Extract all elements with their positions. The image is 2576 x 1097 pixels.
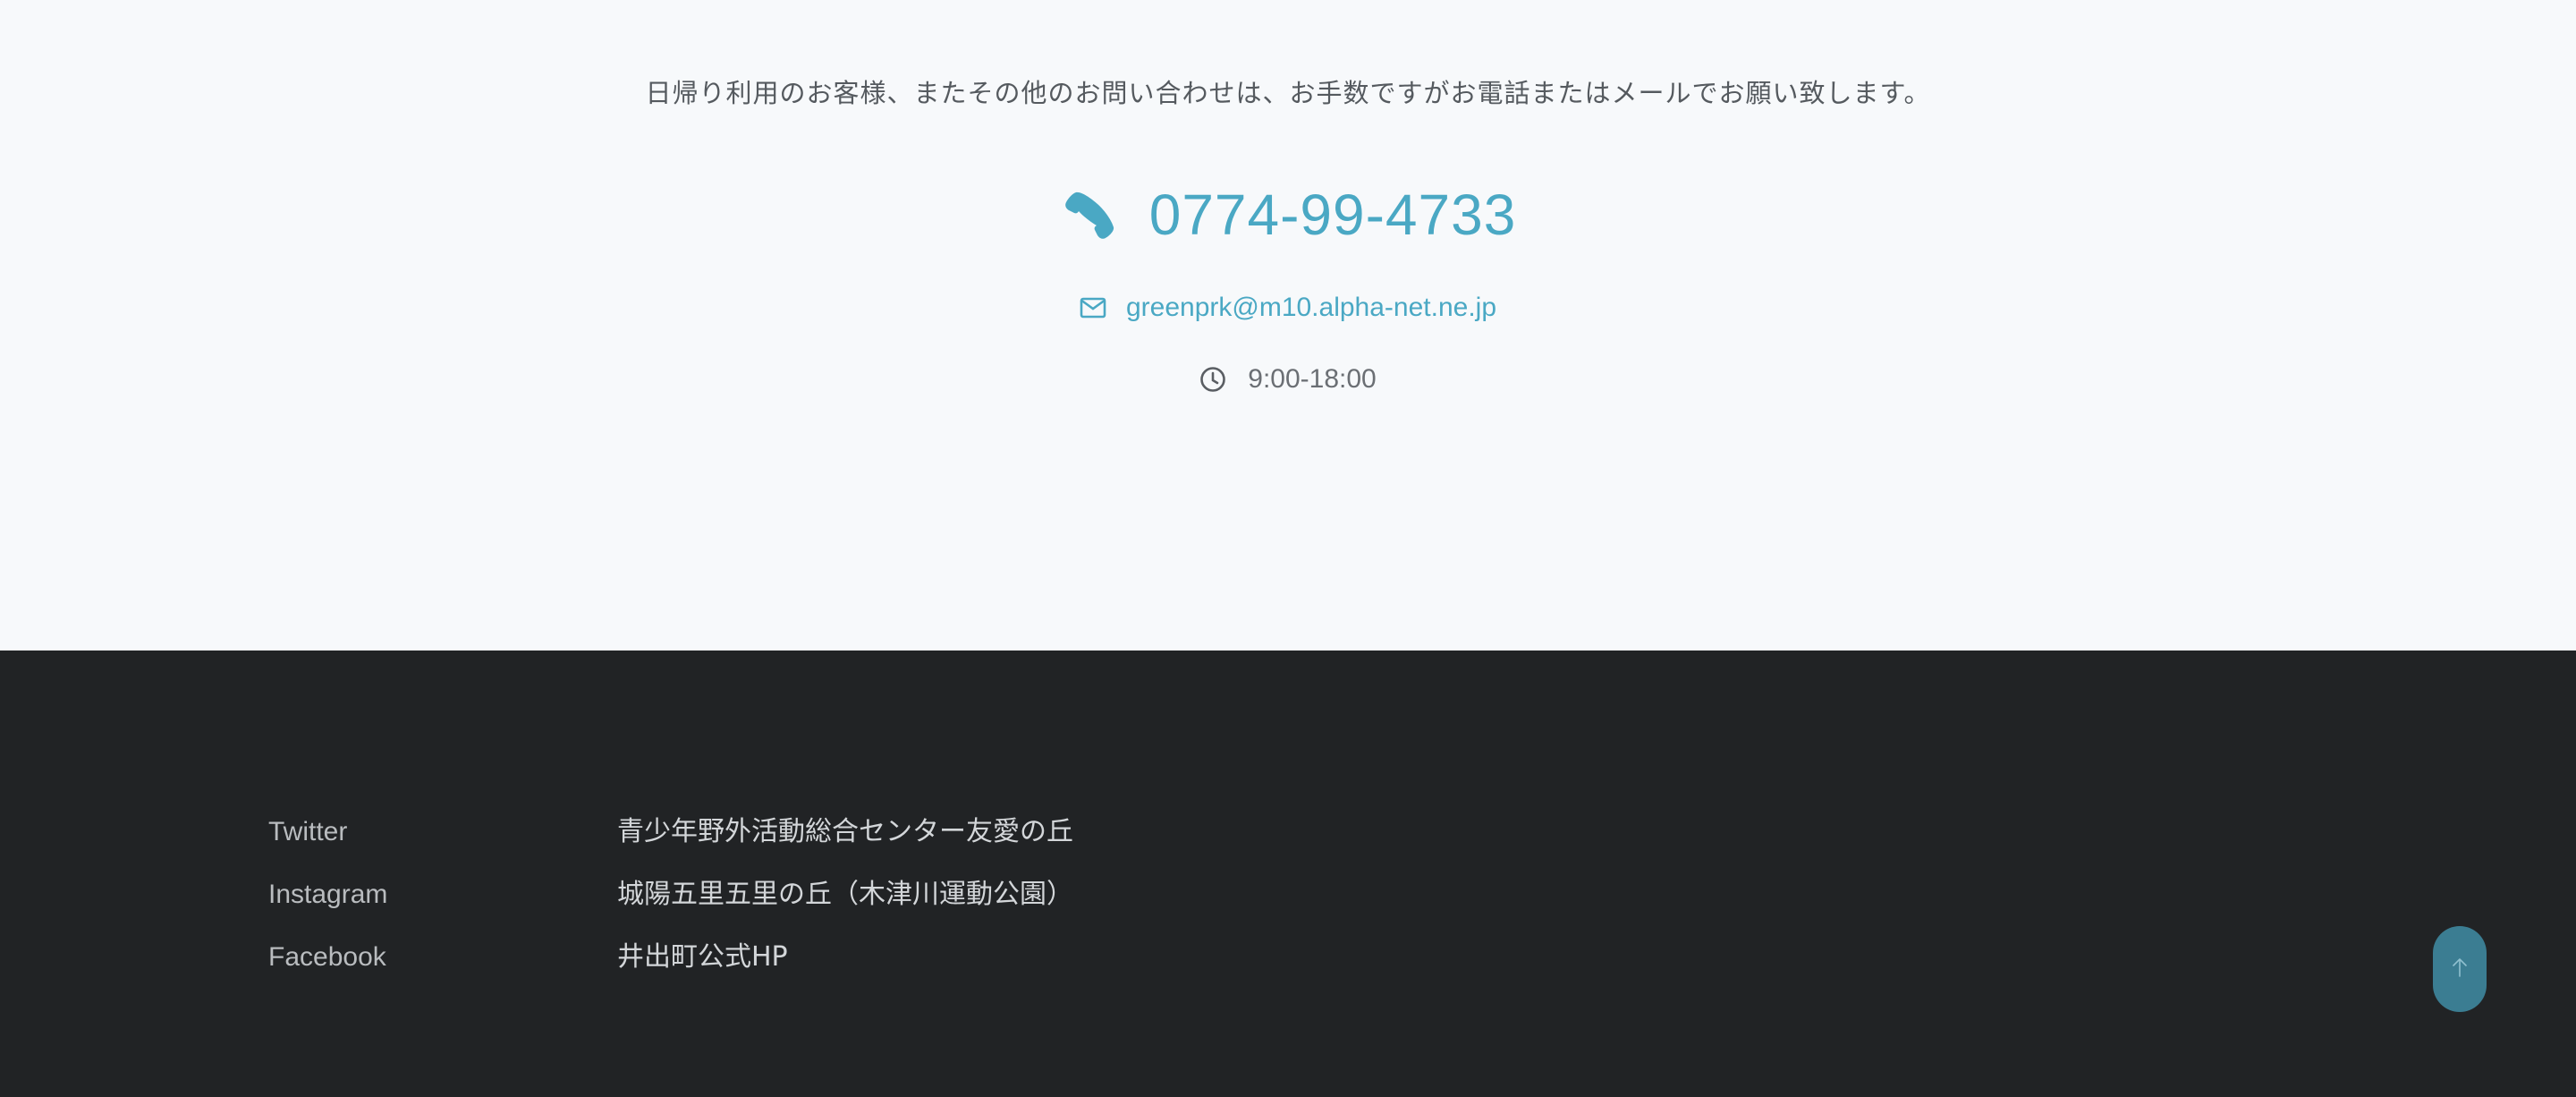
back-to-top-button[interactable] bbox=[2433, 926, 2487, 1012]
phone-row: 0774-99-4733 bbox=[0, 179, 2576, 251]
related-link-gorigori-no-oka[interactable]: 城陽五里五里の丘（木津川運動公園） bbox=[617, 863, 1073, 926]
envelope-icon bbox=[1080, 296, 1106, 319]
related-links: 青少年野外活動総合センター友愛の丘 城陽五里五里の丘（木津川運動公園） 井出町公… bbox=[617, 801, 1073, 989]
business-hours: 9:00-18:00 bbox=[1248, 364, 1377, 394]
email-link[interactable]: greenprk@m10.alpha-net.ne.jp bbox=[1126, 293, 1496, 323]
phone-icon bbox=[1060, 186, 1117, 243]
hours-row: 9:00-18:00 bbox=[0, 360, 2576, 399]
social-links: Twitter Instagram Facebook bbox=[268, 801, 387, 989]
clock-icon bbox=[1199, 366, 1226, 393]
site-footer: Twitter Instagram Facebook 青少年野外活動総合センター… bbox=[0, 651, 2576, 1097]
related-link-youai-no-oka[interactable]: 青少年野外活動総合センター友愛の丘 bbox=[617, 801, 1073, 863]
email-row: greenprk@m10.alpha-net.ne.jp bbox=[0, 288, 2576, 327]
twitter-link[interactable]: Twitter bbox=[268, 801, 387, 863]
contact-section: 日帰り利用のお客様、またその他のお問い合わせは、お手数ですがお電話またはメールで… bbox=[0, 0, 2576, 651]
arrow-up-icon bbox=[2450, 956, 2470, 982]
related-link-ide-town[interactable]: 井出町公式HP bbox=[617, 926, 1073, 989]
instagram-link[interactable]: Instagram bbox=[268, 863, 387, 926]
contact-notice: 日帰り利用のお客様、またその他のお問い合わせは、お手数ですがお電話またはメールで… bbox=[645, 78, 1931, 108]
phone-number-link[interactable]: 0774-99-4733 bbox=[1149, 182, 1517, 248]
facebook-link[interactable]: Facebook bbox=[268, 926, 387, 989]
